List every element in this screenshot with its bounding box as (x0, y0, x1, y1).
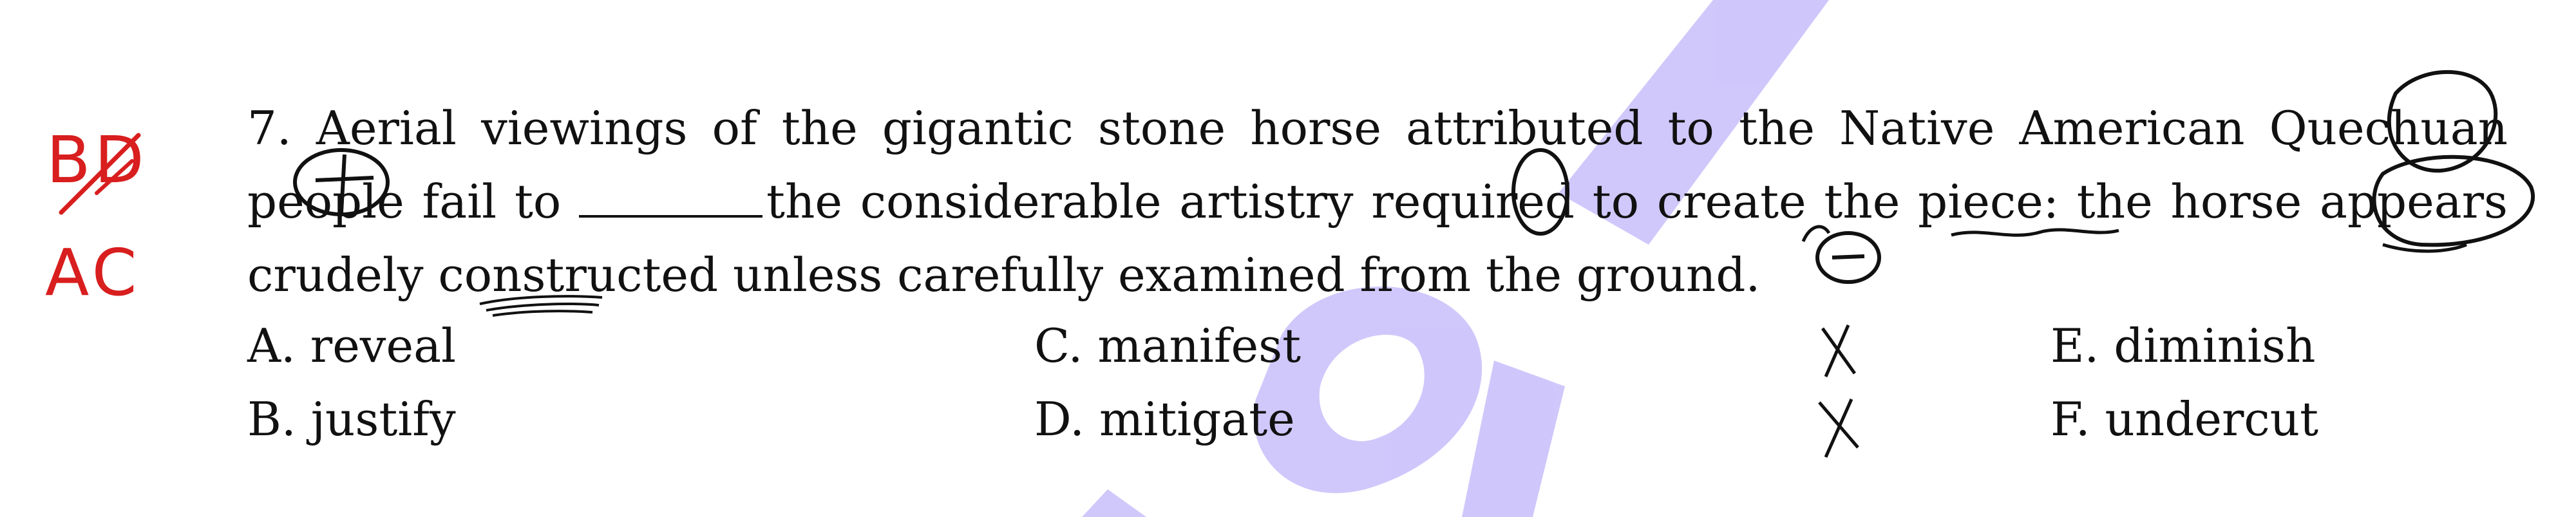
option-d[interactable]: D. mitigate (1034, 382, 1295, 456)
margin-note-crossed: BD (46, 122, 148, 198)
option-text: justify (310, 392, 456, 446)
option-letter: B. (247, 392, 296, 446)
option-text: mitigate (1099, 392, 1295, 446)
option-e[interactable]: E. diminish (2050, 309, 2315, 382)
strike-e (1821, 324, 1857, 378)
question-text: 7. Aerial viewings of the gigantic stone… (247, 91, 2508, 312)
option-c[interactable]: C. manifest (1034, 309, 1301, 382)
answer-blank[interactable] (579, 170, 763, 218)
option-text: reveal (310, 319, 457, 373)
strike-f (1818, 398, 1859, 458)
option-f[interactable]: F. undercut (2050, 382, 2318, 456)
option-letter: A. (247, 319, 296, 373)
option-letter: C. (1034, 319, 1083, 373)
option-a[interactable]: A. reveal (247, 309, 456, 382)
option-b[interactable]: B. justify (247, 382, 456, 456)
option-text: manifest (1097, 319, 1302, 373)
question-number: 7. (247, 101, 292, 155)
margin-note-answer: AC (45, 235, 141, 310)
option-letter: F. (2050, 392, 2090, 446)
option-letter: E. (2050, 319, 2099, 373)
option-text: undercut (2105, 392, 2319, 446)
option-text: diminish (2114, 319, 2316, 373)
option-letter: D. (1034, 392, 1085, 446)
